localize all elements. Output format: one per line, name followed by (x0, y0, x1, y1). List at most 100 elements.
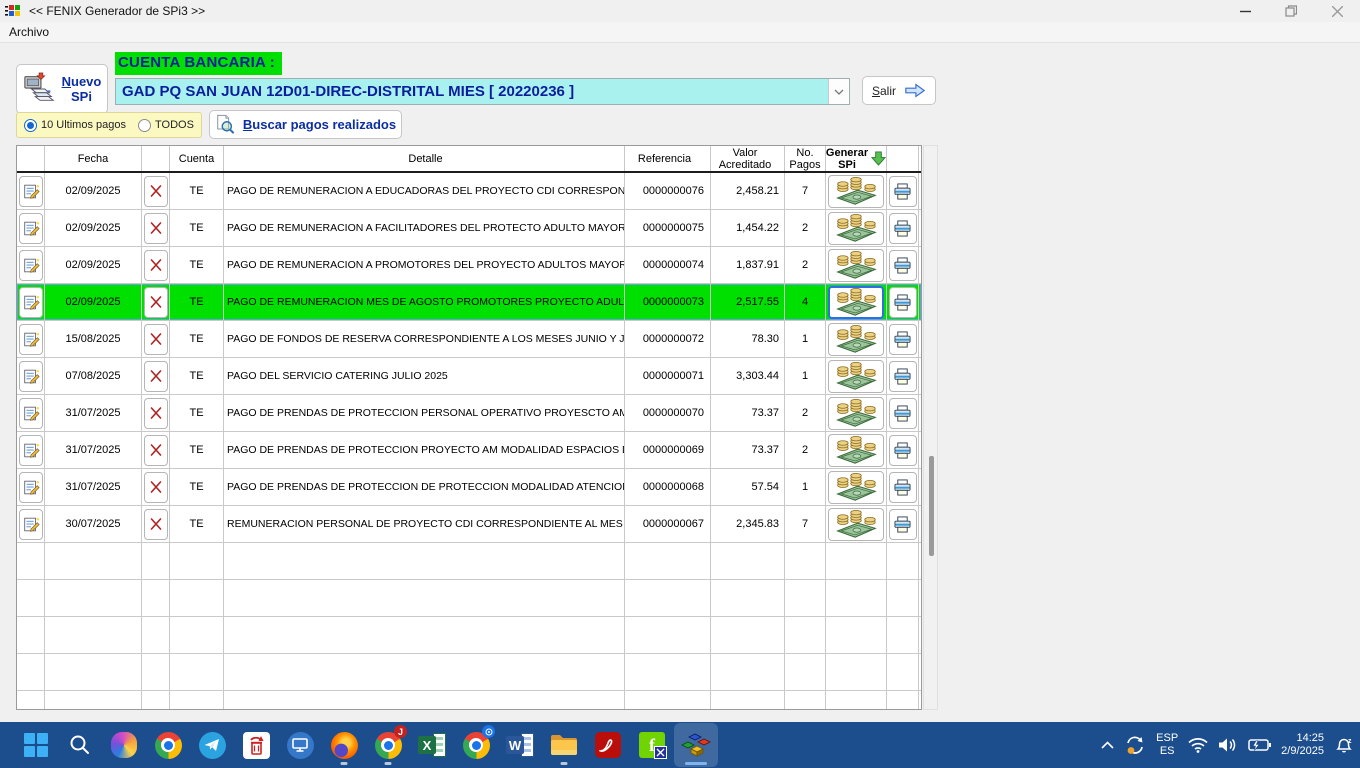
generar-spi-button[interactable] (828, 323, 884, 356)
nuevo-spi-button[interactable]: NuevoSPi (16, 64, 108, 114)
taskbar-recycle-app[interactable] (234, 723, 278, 767)
delete-row-button[interactable] (144, 250, 168, 281)
delete-row-button[interactable] (144, 287, 168, 318)
radio-todos[interactable] (138, 119, 151, 132)
cell-detalle: PAGO DE PRENDAS DE PROTECCION DE PROTECC… (224, 469, 625, 505)
tray-chevron-up-icon[interactable] (1101, 741, 1114, 749)
salir-button[interactable]: Salir (862, 76, 936, 105)
header-generar-spi: GenerarSPi (826, 147, 886, 171)
taskbar-firefox[interactable] (322, 723, 366, 767)
red-x-icon (149, 295, 163, 309)
copilot-icon (111, 732, 137, 758)
taskbar-excel[interactable]: X (410, 723, 454, 767)
cell-fecha: 30/07/2025 (45, 506, 142, 542)
delete-row-button[interactable] (144, 435, 168, 466)
taskbar-word[interactable]: W (498, 723, 542, 767)
delete-row-button[interactable] (144, 398, 168, 429)
sync-tray-icon[interactable] (1124, 734, 1146, 756)
clock-date: 2/9/2025 (1281, 745, 1324, 758)
print-row-button[interactable] (889, 324, 917, 355)
grid-scrollbar[interactable] (923, 145, 938, 710)
delete-row-button[interactable] (144, 324, 168, 355)
menu-archivo[interactable]: Archivo (0, 25, 58, 39)
generar-spi-button[interactable] (828, 471, 884, 504)
header-delete-column (142, 146, 170, 171)
cell-referencia: 0000000067 (625, 506, 711, 542)
delete-row-button[interactable] (144, 213, 168, 244)
restore-button[interactable] (1268, 0, 1314, 22)
taskbar-chrome-remote[interactable] (454, 723, 498, 767)
taskbar-remote-desktop[interactable] (278, 723, 322, 767)
edit-row-button[interactable] (19, 398, 43, 429)
cell-fecha: 31/07/2025 (45, 395, 142, 431)
edit-row-button[interactable] (19, 213, 43, 244)
taskbar-fenix-spi3-active[interactable] (674, 723, 718, 767)
chrome-icon (155, 732, 182, 759)
cell-tail (919, 173, 922, 209)
money-icon (833, 288, 879, 316)
combo-chevron-down-icon[interactable] (828, 79, 849, 104)
taskbar-chrome-profile-j[interactable]: J (366, 723, 410, 767)
cell-detalle: REMUNERACION PERSONAL DE PROYECTO CDI CO… (224, 506, 625, 542)
radio-10-ultimos[interactable] (24, 119, 37, 132)
print-row-button[interactable] (889, 176, 917, 207)
edit-row-button[interactable] (19, 250, 43, 281)
print-row-button[interactable] (889, 435, 917, 466)
cell-fecha: 02/09/2025 (45, 247, 142, 283)
cell-valor-acreditado: 3,303.44 (711, 358, 785, 394)
generar-spi-button[interactable] (828, 508, 884, 541)
taskbar-copilot[interactable] (102, 723, 146, 767)
generar-spi-button[interactable] (828, 175, 884, 208)
clock[interactable]: 14:25 2/9/2025 (1281, 732, 1324, 758)
print-row-button[interactable] (889, 398, 917, 429)
generar-spi-button[interactable] (828, 397, 884, 430)
print-row-button[interactable] (889, 213, 917, 244)
cuenta-bancaria-combobox[interactable]: GAD PQ SAN JUAN 12D01-DIREC-DISTRITAL MI… (115, 78, 850, 105)
edit-row-button[interactable] (19, 472, 43, 503)
cell-valor-acreditado: 2,517.55 (711, 284, 785, 320)
taskbar-search-button[interactable] (58, 723, 102, 767)
print-row-button[interactable] (889, 361, 917, 392)
generar-spi-button[interactable] (828, 212, 884, 245)
grid-scrollbar-thumb[interactable] (929, 456, 934, 556)
close-button[interactable] (1314, 0, 1360, 22)
buscar-pagos-button[interactable]: Buscar pagos realizados (209, 110, 402, 139)
taskbar-telegram[interactable] (190, 723, 234, 767)
edit-row-button[interactable] (19, 435, 43, 466)
wifi-icon[interactable] (1188, 737, 1208, 753)
edit-row-button[interactable] (19, 509, 43, 540)
edit-row-button[interactable] (19, 176, 43, 207)
cell-detalle: PAGO DE FONDOS DE RESERVA CORRESPONDIENT… (224, 321, 625, 357)
battery-icon[interactable] (1248, 738, 1271, 752)
generar-spi-button[interactable] (828, 434, 884, 467)
taskbar-acrobat[interactable] (586, 723, 630, 767)
start-button[interactable] (14, 723, 58, 767)
print-row-button[interactable] (889, 509, 917, 540)
app-window-icon (5, 4, 21, 18)
taskbar-chrome[interactable] (146, 723, 190, 767)
minimize-button[interactable] (1222, 0, 1268, 22)
money-icon (833, 362, 879, 390)
print-row-button[interactable] (889, 250, 917, 281)
money-icon (833, 473, 879, 501)
delete-row-button[interactable] (144, 509, 168, 540)
generar-spi-button[interactable] (828, 360, 884, 393)
edit-row-button[interactable] (19, 287, 43, 318)
generar-spi-button[interactable] (828, 286, 884, 319)
edit-row-button[interactable] (19, 324, 43, 355)
language-indicator[interactable]: ESPES (1156, 732, 1178, 758)
cell-tail (919, 321, 922, 357)
delete-row-button[interactable] (144, 176, 168, 207)
delete-row-button[interactable] (144, 361, 168, 392)
delete-row-button[interactable] (144, 472, 168, 503)
money-icon (833, 214, 879, 242)
notification-bell-icon[interactable]: z (1334, 736, 1354, 755)
print-row-button[interactable] (889, 472, 917, 503)
cell-detalle: PAGO DEL SERVICIO CATERING JULIO 2025 (224, 358, 625, 394)
print-row-button[interactable] (889, 287, 917, 318)
edit-row-button[interactable] (19, 361, 43, 392)
generar-spi-button[interactable] (828, 249, 884, 282)
taskbar-fenix-xls[interactable]: f (630, 723, 674, 767)
taskbar-file-explorer[interactable] (542, 723, 586, 767)
volume-icon[interactable] (1218, 737, 1238, 753)
